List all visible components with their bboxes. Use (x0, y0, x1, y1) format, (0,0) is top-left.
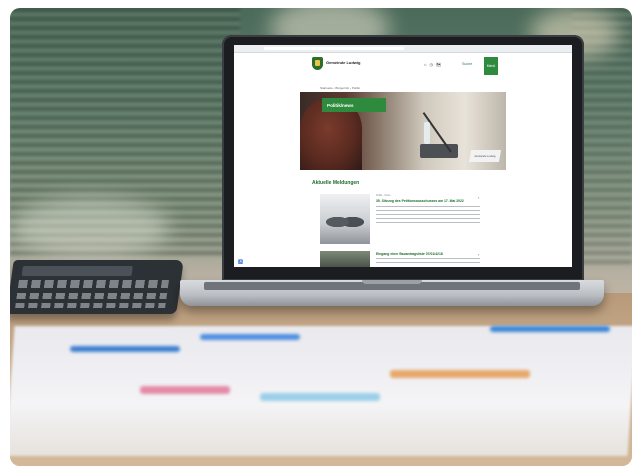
browser-toolbar (234, 45, 572, 53)
nameplate: Gemeinde Ludwig (468, 150, 502, 162)
address-bar[interactable] (264, 47, 404, 50)
news-title[interactable]: 35. Sitzung des Petitionsausschusses am … (376, 199, 482, 203)
news-meta: Politik · News (376, 194, 391, 197)
calculator (10, 260, 184, 314)
light-bokeh (10, 198, 170, 258)
chevron-right-icon[interactable]: › (478, 195, 479, 200)
paper-chart-bar (260, 393, 380, 401)
laptop-screen: Gemeinde Ludwig ⌂ ◷ 🗺 Suche Menü Startse… (234, 45, 572, 267)
laptop-base (180, 280, 604, 306)
search-button[interactable]: Suche (462, 62, 472, 66)
hero-image: Gemeinde Ludwig Politik/news (300, 92, 506, 170)
paper-chart-bar (390, 370, 530, 378)
section-title: Aktuelle Meldungen (312, 180, 360, 186)
site-header: Gemeinde Ludwig ⌂ ◷ 🗺 Suche Menü (234, 53, 572, 83)
header-icons[interactable]: ⌂ ◷ 🗺 (424, 62, 442, 67)
paper-chart-bar (490, 326, 610, 332)
laptop-lid: Gemeinde Ludwig ⌂ ◷ 🗺 Suche Menü Startse… (222, 35, 584, 281)
hero-banner: Politik/news (322, 98, 386, 112)
paper-chart-bar (140, 386, 230, 394)
calculator-display (21, 266, 133, 276)
water-bottle (424, 122, 430, 144)
news-excerpt (376, 206, 480, 226)
paper-chart-bar (200, 334, 300, 340)
microphone-base (420, 144, 458, 158)
news-excerpt (376, 258, 480, 266)
news-title[interactable]: Eingang einer Bauantragsliste 07/01/4218 (376, 252, 482, 256)
paper-chart-bar (70, 346, 180, 352)
laptop-notch (362, 280, 422, 284)
coat-of-arms-icon (312, 57, 323, 70)
accessibility-icon[interactable]: ♿ (238, 259, 243, 264)
calculator-keys (15, 280, 169, 308)
news-thumbnail[interactable] (320, 194, 370, 244)
chevron-right-icon[interactable]: › (478, 252, 479, 257)
meeting-people (326, 214, 364, 234)
breadcrumb[interactable]: Startseite › Bürgerinfo › Politik (320, 86, 360, 90)
site-name[interactable]: Gemeinde Ludwig (326, 60, 360, 65)
news-thumbnail[interactable] (320, 251, 370, 267)
menu-button[interactable]: Menü (484, 57, 498, 75)
